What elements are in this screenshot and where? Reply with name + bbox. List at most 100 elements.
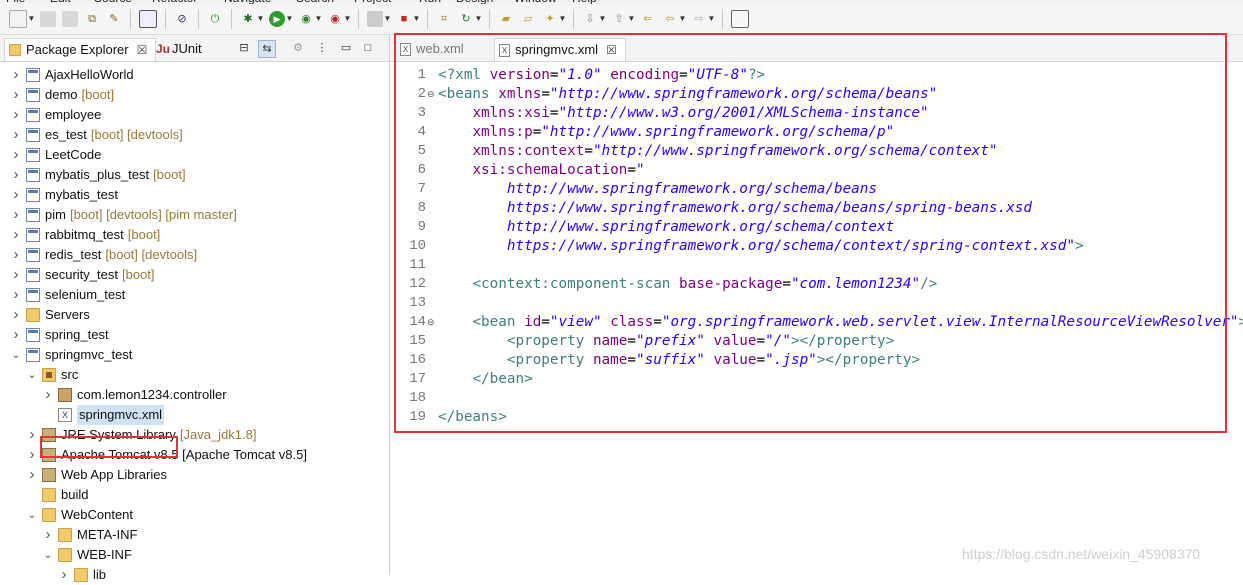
tree-item[interactable]: › mybatis_plus_test [boot] <box>10 165 186 185</box>
chevron-right-icon[interactable]: › <box>42 525 54 545</box>
chevron-right-icon[interactable]: › <box>10 85 22 105</box>
debug-icon[interactable]: ✱ <box>240 11 256 27</box>
tree-item[interactable]: › redis_test [boot] [devtools] <box>10 245 198 265</box>
chevron-right-icon[interactable]: › <box>10 145 22 165</box>
chevron-down-icon[interactable]: ▼ <box>384 11 392 27</box>
tree-item[interactable]: ⌄ WEB-INF <box>42 545 132 565</box>
view-menu-icon[interactable]: ⋮ <box>314 40 330 56</box>
chevron-down-icon[interactable]: ▼ <box>559 11 567 27</box>
prev-annotation-icon[interactable]: ⇧ <box>611 11 627 27</box>
tree-item[interactable]: › mybatis_test <box>10 185 118 205</box>
chevron-down-icon[interactable]: ▼ <box>679 11 687 27</box>
collapse-all-icon[interactable]: ⊟ <box>236 40 252 56</box>
chevron-right-icon[interactable]: › <box>10 125 22 145</box>
search-icon[interactable]: ✦ <box>542 11 558 27</box>
tree-item[interactable]: › Web App Libraries <box>26 465 168 485</box>
tree-item[interactable]: › rabbitmq_test [boot] <box>10 225 161 245</box>
build-icon[interactable]: ⌗ <box>436 11 452 27</box>
tree-item[interactable]: › es_test [boot] [devtools] <box>10 125 183 145</box>
chevron-down-icon[interactable]: ▼ <box>628 11 636 27</box>
tree-item[interactable]: Xspringmvc.xml <box>42 405 165 425</box>
tree-item[interactable]: › lib <box>58 565 107 585</box>
chevron-right-icon[interactable]: › <box>10 245 22 265</box>
chevron-right-icon[interactable]: › <box>26 425 38 445</box>
tree-item[interactable]: › LeetCode <box>10 145 102 165</box>
refresh-icon[interactable]: ↻ <box>458 11 474 27</box>
open-type-icon[interactable]: ⧉ <box>84 11 100 27</box>
tree-item[interactable]: ⌄ springmvc_test <box>10 345 132 365</box>
forward-icon[interactable]: ⇨ <box>691 11 707 27</box>
save-all-icon[interactable] <box>62 11 78 27</box>
chevron-right-icon[interactable]: › <box>10 65 22 85</box>
stop-icon[interactable] <box>367 11 383 27</box>
minimize-icon[interactable]: ▭ <box>338 40 354 56</box>
deploy-icon[interactable]: ■ <box>396 11 412 27</box>
chevron-down-icon[interactable]: ▼ <box>286 11 294 27</box>
toolbar-divider <box>489 9 490 29</box>
tab-package-explorer[interactable]: Package Explorer ☒ <box>4 38 156 61</box>
open-task-icon[interactable]: ✎ <box>106 11 122 27</box>
tree-item-label: AjaxHelloWorld <box>45 67 134 82</box>
chevron-right-icon[interactable]: › <box>10 205 22 225</box>
chevron-right-icon[interactable]: › <box>26 465 38 485</box>
maximize-icon[interactable]: □ <box>360 40 376 56</box>
chevron-right-icon[interactable]: › <box>10 305 22 325</box>
chevron-down-icon[interactable]: ⌄ <box>42 545 54 565</box>
tree-item[interactable]: build <box>26 485 88 505</box>
link-with-editor-icon[interactable]: ⇆ <box>258 40 276 58</box>
chevron-down-icon[interactable]: ⌄ <box>26 365 38 385</box>
chevron-down-icon[interactable]: ▼ <box>708 11 716 27</box>
tab-junit[interactable]: Ju JUnit <box>156 38 202 60</box>
chevron-down-icon[interactable]: ⌄ <box>26 505 38 525</box>
tree-item-label: selenium_test <box>45 287 126 302</box>
close-icon[interactable]: ☒ <box>137 39 148 61</box>
chevron-right-icon[interactable]: › <box>10 185 22 205</box>
chevron-right-icon[interactable]: › <box>58 565 70 585</box>
chevron-right-icon[interactable]: › <box>26 445 38 465</box>
tree-item-decoration: [boot] [devtools] <box>105 247 198 262</box>
tree-item[interactable]: › security_test [boot] <box>10 265 155 285</box>
run-icon[interactable]: ▶ <box>269 11 285 27</box>
next-annotation-icon[interactable]: ⇩ <box>582 11 598 27</box>
console-icon[interactable] <box>139 10 157 28</box>
tree-item[interactable]: › com.lemon1234.controller <box>42 385 227 405</box>
open-perspective-icon[interactable] <box>731 10 749 28</box>
chevron-right-icon[interactable]: › <box>42 385 54 405</box>
open-folder-icon[interactable]: ▰ <box>498 11 514 27</box>
coverage-icon[interactable]: ◉ <box>298 11 314 27</box>
tree-item[interactable]: › META-INF <box>42 525 138 545</box>
chevron-right-icon[interactable]: › <box>10 285 22 305</box>
chevron-right-icon[interactable]: › <box>10 325 22 345</box>
open-project-icon[interactable]: ▱ <box>520 11 536 27</box>
toolbar-divider <box>231 9 232 29</box>
chevron-down-icon[interactable]: ▼ <box>475 11 483 27</box>
terminate-icon[interactable]: ⏻ <box>207 11 223 27</box>
chevron-down-icon[interactable]: ▼ <box>28 11 36 27</box>
chevron-right-icon[interactable]: › <box>10 165 22 185</box>
chevron-down-icon[interactable]: ▼ <box>344 11 352 27</box>
skip-breakpoints-icon[interactable]: ⊘ <box>174 11 190 27</box>
save-icon[interactable] <box>40 11 56 27</box>
filter-icon[interactable]: ⚙ <box>290 40 306 56</box>
tree-item[interactable]: › Servers <box>10 305 90 325</box>
chevron-right-icon[interactable]: › <box>10 105 22 125</box>
tree-item[interactable]: › demo [boot] <box>10 85 115 105</box>
back-icon[interactable]: ⇦ <box>662 11 678 27</box>
last-edit-icon[interactable]: ⇐ <box>640 11 656 27</box>
chevron-down-icon[interactable]: ▼ <box>315 11 323 27</box>
tree-item[interactable]: › AjaxHelloWorld <box>10 65 134 85</box>
tree-item[interactable]: ⌄ src <box>26 365 78 385</box>
chevron-down-icon[interactable]: ▼ <box>257 11 265 27</box>
chevron-right-icon[interactable]: › <box>10 225 22 245</box>
tree-item[interactable]: ⌄ WebContent <box>26 505 133 525</box>
chevron-down-icon[interactable]: ⌄ <box>10 345 22 365</box>
chevron-right-icon[interactable]: › <box>10 265 22 285</box>
chevron-down-icon[interactable]: ▼ <box>599 11 607 27</box>
new-icon[interactable] <box>9 10 27 28</box>
tree-item[interactable]: › selenium_test <box>10 285 126 305</box>
chevron-down-icon[interactable]: ▼ <box>413 11 421 27</box>
tree-item[interactable]: › pim [boot] [devtools] [pim master] <box>10 205 237 225</box>
external-tools-icon[interactable]: ◉ <box>327 11 343 27</box>
tree-item[interactable]: › spring_test <box>10 325 109 345</box>
tree-item[interactable]: › employee <box>10 105 102 125</box>
